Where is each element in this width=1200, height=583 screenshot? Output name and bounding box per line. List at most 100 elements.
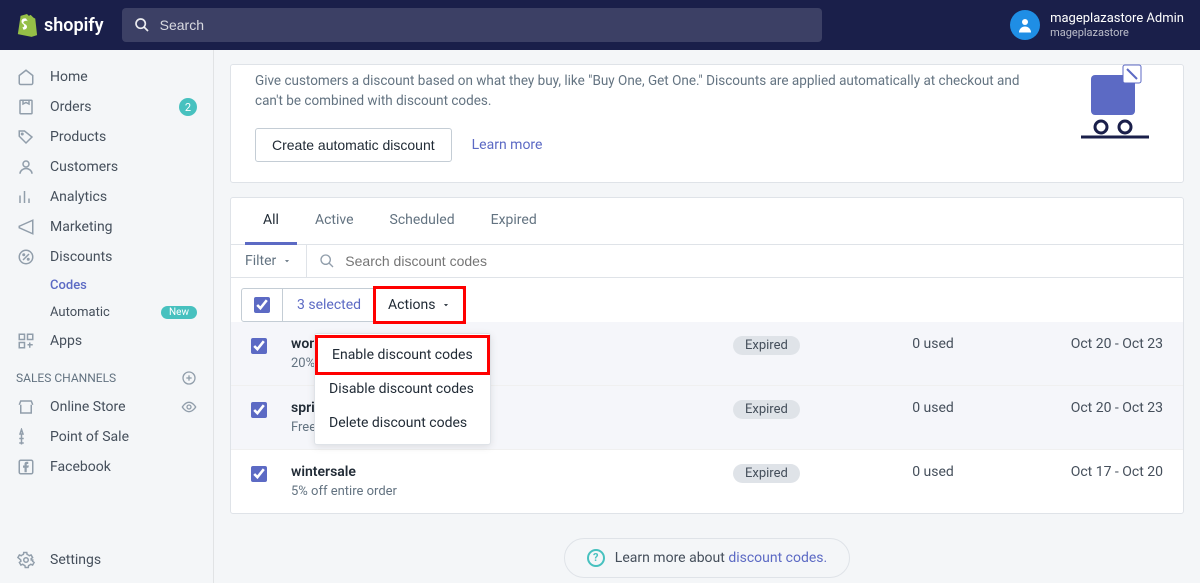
- actions-dropdown-button[interactable]: Actions: [373, 286, 466, 324]
- status-badge: Expired: [733, 464, 800, 483]
- footer-text: Learn more about discount codes.: [615, 550, 827, 566]
- brand-label: shopify: [44, 15, 104, 36]
- intro-card: Give customers a discount based on what …: [230, 64, 1184, 183]
- sidebar-item-label: Codes: [50, 278, 87, 293]
- row-date: Oct 20 - Oct 23: [1013, 336, 1163, 352]
- sidebar-item-label: Online Store: [50, 399, 126, 415]
- selection-count[interactable]: 3 selected: [283, 289, 376, 321]
- sidebar-item-label: Point of Sale: [50, 429, 129, 445]
- row-usage: 0 used: [853, 400, 1013, 416]
- user-text: mageplazastore Admin mageplazastore: [1050, 11, 1184, 40]
- search-bar[interactable]: [122, 8, 822, 42]
- discounts-icon: [16, 248, 36, 266]
- row-checkbox[interactable]: [251, 336, 291, 358]
- row-date: Oct 20 - Oct 23: [1013, 400, 1163, 416]
- actions-dropdown-menu: Enable discount codes Disable discount c…: [314, 333, 491, 445]
- customers-icon: [16, 158, 36, 176]
- sidebar-item-label: Analytics: [50, 189, 107, 205]
- row-date: Oct 17 - Oct 20: [1013, 464, 1163, 480]
- create-discount-button[interactable]: Create automatic discount: [255, 128, 452, 162]
- search-icon: [319, 253, 335, 269]
- sidebar-item-facebook[interactable]: Facebook: [0, 452, 213, 482]
- sidebar-item-pos[interactable]: Point of Sale: [0, 422, 213, 452]
- discount-search-input[interactable]: [345, 253, 1171, 269]
- filter-button[interactable]: Filter: [231, 245, 307, 277]
- gear-icon: [16, 551, 36, 569]
- cart-illustration-icon: [1063, 55, 1163, 155]
- user-area[interactable]: mageplazastore Admin mageplazastore: [980, 10, 1184, 40]
- discounts-table-card: All Active Scheduled Expired Filter 3 se…: [230, 197, 1184, 514]
- sidebar-item-analytics[interactable]: Analytics: [0, 182, 213, 212]
- orders-badge: 2: [179, 98, 197, 116]
- sidebar-item-customers[interactable]: Customers: [0, 152, 213, 182]
- sidebar-item-marketing[interactable]: Marketing: [0, 212, 213, 242]
- logo[interactable]: shopify: [16, 13, 104, 37]
- sidebar-item-discounts[interactable]: Discounts: [0, 242, 213, 272]
- marketing-icon: [16, 218, 36, 236]
- sidebar-item-label: Automatic: [50, 305, 110, 320]
- analytics-icon: [16, 188, 36, 206]
- sidebar-item-label: Home: [50, 69, 88, 85]
- tabs: All Active Scheduled Expired: [231, 198, 1183, 245]
- sidebar-item-label: Products: [50, 129, 106, 145]
- user-name: mageplazastore Admin: [1050, 11, 1184, 27]
- search-container: [122, 8, 822, 42]
- chevron-down-icon: [282, 256, 292, 266]
- new-badge: New: [161, 306, 197, 319]
- sidebar-item-label: Customers: [50, 159, 118, 175]
- tab-active[interactable]: Active: [297, 198, 372, 244]
- bulk-actions-bar: 3 selected Actions Enable discount codes…: [241, 288, 464, 322]
- status-badge: Expired: [733, 336, 800, 355]
- store-icon: [16, 398, 36, 416]
- tab-scheduled[interactable]: Scheduled: [372, 198, 473, 244]
- sidebar-item-label: Orders: [50, 99, 92, 115]
- sidebar-item-settings[interactable]: Settings: [0, 545, 213, 583]
- row-sub: 5% off entire order: [291, 484, 733, 499]
- discount-codes-link[interactable]: discount codes.: [728, 550, 827, 566]
- sidebar-item-codes[interactable]: Codes: [0, 272, 213, 299]
- sidebar-item-label: Discounts: [50, 249, 112, 265]
- intro-text: Give customers a discount based on what …: [255, 65, 1035, 112]
- learn-more-pill[interactable]: ? Learn more about discount codes.: [564, 538, 850, 578]
- action-disable[interactable]: Disable discount codes: [315, 372, 490, 406]
- row-checkbox[interactable]: [251, 400, 291, 422]
- facebook-icon: [16, 458, 36, 476]
- help-icon: ?: [587, 549, 605, 567]
- sidebar-item-label: Facebook: [50, 459, 111, 475]
- row-title: wintersale: [291, 464, 733, 480]
- learn-more-link[interactable]: Learn more: [472, 137, 543, 153]
- search-icon: [134, 17, 150, 33]
- apps-icon: [16, 332, 36, 350]
- actions-label: Actions: [388, 297, 435, 313]
- filter-row: Filter: [231, 245, 1183, 278]
- action-delete[interactable]: Delete discount codes: [315, 406, 490, 440]
- learn-more-footer: ? Learn more about discount codes.: [230, 538, 1184, 578]
- chevron-down-icon: [441, 300, 451, 310]
- sidebar-item-orders[interactable]: Orders 2: [0, 92, 213, 122]
- topbar: shopify mageplazastore Admin mageplazast…: [0, 0, 1200, 50]
- tab-all[interactable]: All: [245, 198, 297, 245]
- orders-icon: [16, 98, 36, 116]
- select-all-checkbox[interactable]: [242, 289, 283, 321]
- sidebar-item-home[interactable]: Home: [0, 62, 213, 92]
- action-enable[interactable]: Enable discount codes: [315, 335, 490, 375]
- table-row[interactable]: wintersale 5% off entire order Expired 0…: [231, 449, 1183, 513]
- row-checkbox[interactable]: [251, 464, 291, 486]
- sidebar-item-apps[interactable]: Apps: [0, 326, 213, 356]
- search-input[interactable]: [160, 17, 810, 33]
- sidebar: Home Orders 2 Products Customers Analyti…: [0, 50, 214, 583]
- add-channel-icon[interactable]: [181, 370, 197, 386]
- pos-icon: [16, 428, 36, 446]
- channels-heading: SALES CHANNELS: [0, 356, 213, 392]
- sidebar-item-label: Settings: [50, 552, 101, 568]
- tab-expired[interactable]: Expired: [473, 198, 555, 244]
- sidebar-item-products[interactable]: Products: [0, 122, 213, 152]
- filter-search[interactable]: [307, 245, 1183, 277]
- sidebar-item-online-store[interactable]: Online Store: [0, 392, 213, 422]
- avatar: [1010, 10, 1040, 40]
- home-icon: [16, 68, 36, 86]
- view-store-icon[interactable]: [181, 399, 197, 415]
- user-store: mageplazastore: [1050, 26, 1184, 39]
- row-usage: 0 used: [853, 336, 1013, 352]
- sidebar-item-automatic[interactable]: Automatic New: [0, 299, 213, 326]
